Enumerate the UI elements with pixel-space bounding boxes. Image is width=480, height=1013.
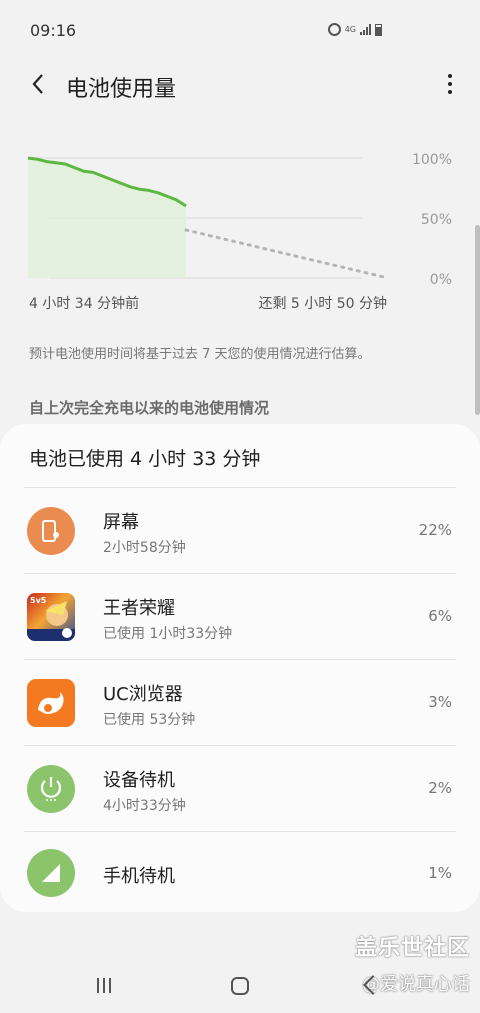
y-tick-50: 50% bbox=[420, 212, 452, 228]
status-icons: 4G bbox=[327, 23, 382, 36]
usage-item-phone-standby[interactable]: 手机待机 1% bbox=[0, 832, 480, 918]
chart-projection-line bbox=[184, 228, 390, 280]
chart-svg bbox=[27, 156, 390, 280]
usage-item-duration: 已使用 53分钟 bbox=[103, 712, 196, 728]
usage-item-name: 手机待机 bbox=[103, 866, 175, 887]
recents-icon[interactable] bbox=[97, 978, 111, 993]
card-title: 电池已使用 4 小时 33 分钟 bbox=[29, 448, 261, 470]
section-header: 自上次完全充电以来的电池使用情况 bbox=[29, 399, 270, 417]
usage-item-duration: 4小时33分钟 bbox=[103, 798, 186, 814]
usage-item-duration: 2小时58分钟 bbox=[103, 540, 186, 556]
network-type: 4G bbox=[344, 24, 356, 34]
signal-icon bbox=[27, 849, 75, 897]
usage-item-percent: 3% bbox=[428, 693, 452, 711]
usage-item-percent: 6% bbox=[428, 607, 452, 625]
usage-item-percent: 1% bbox=[428, 864, 452, 882]
power-icon bbox=[27, 765, 75, 813]
y-tick-0: 0% bbox=[429, 272, 452, 288]
usage-item-percent: 2% bbox=[428, 779, 452, 797]
chart-area-fill bbox=[28, 158, 186, 278]
chart-start-label: 4 小时 34 分钟前 bbox=[29, 296, 140, 312]
usage-item-name: 王者荣耀 bbox=[103, 598, 175, 619]
app-bar: 电池使用量 bbox=[0, 60, 480, 108]
usage-item-name: UC浏览器 bbox=[103, 684, 183, 705]
chart-end-label: 还剩 5 小时 50 分钟 bbox=[258, 296, 387, 312]
alarm-icon bbox=[327, 23, 341, 36]
game-icon-badge: 5v5 bbox=[30, 596, 47, 605]
more-options-icon[interactable] bbox=[446, 72, 454, 96]
status-bar: 09:16 4G bbox=[0, 0, 480, 60]
back-arrow-icon[interactable] bbox=[24, 70, 52, 98]
page-title: 电池使用量 bbox=[66, 77, 177, 102]
y-tick-100: 100% bbox=[411, 152, 452, 168]
battery-icon bbox=[375, 23, 382, 36]
usage-item-screen[interactable]: 屏幕 2小时58分钟 22% bbox=[0, 488, 480, 574]
game-app-icon: 5v5 bbox=[27, 593, 75, 641]
usage-item-name: 设备待机 bbox=[103, 770, 175, 791]
home-icon[interactable] bbox=[231, 977, 249, 995]
usage-item-name: 屏幕 bbox=[103, 512, 139, 533]
usage-item-percent: 22% bbox=[418, 521, 452, 539]
usage-item-uc-browser[interactable]: UC浏览器 已使用 53分钟 3% bbox=[0, 660, 480, 746]
screen-icon bbox=[27, 507, 75, 555]
navigation-bar bbox=[0, 958, 480, 1013]
nav-back-icon[interactable] bbox=[363, 975, 383, 995]
battery-usage-chart: 100% 50% 0% bbox=[0, 140, 480, 300]
usage-card: 电池已使用 4 小时 33 分钟 屏幕 2小时58分钟 22% 5v5 王者荣耀… bbox=[0, 424, 480, 912]
usage-item-duration: 已使用 1小时33分钟 bbox=[103, 626, 233, 642]
uc-browser-icon bbox=[27, 679, 75, 727]
usage-item-honor-of-kings[interactable]: 5v5 王者荣耀 已使用 1小时33分钟 6% bbox=[0, 574, 480, 660]
status-time: 09:16 bbox=[30, 21, 77, 40]
signal-strength-icon bbox=[360, 24, 371, 35]
estimate-note: 预计电池使用时间将基于过去 7 天您的使用情况进行估算。 bbox=[29, 347, 371, 362]
scrollbar[interactable] bbox=[475, 225, 480, 415]
usage-item-device-standby[interactable]: 设备待机 4小时33分钟 2% bbox=[0, 746, 480, 832]
